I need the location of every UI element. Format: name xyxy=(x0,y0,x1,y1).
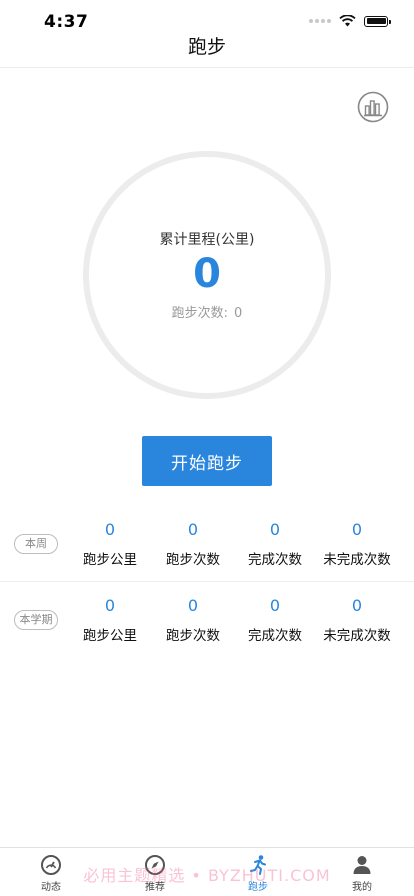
stat-label: 未完成次数 xyxy=(323,552,391,568)
speedometer-icon xyxy=(41,855,61,875)
weekly-stats-row: 本周 0 跑步公里 0 跑步次数 0 完成次数 0 未完成次数 xyxy=(0,506,414,582)
stat-value: 0 xyxy=(104,596,116,615)
run-count-value: 0 xyxy=(234,306,243,321)
page-title: 跑步 xyxy=(187,36,226,58)
tab-recommend[interactable]: 推荐 xyxy=(120,854,190,893)
stat-label: 跑步公里 xyxy=(83,552,137,568)
stat-value: 0 xyxy=(269,596,281,615)
bar-chart-icon xyxy=(357,91,389,123)
statistics-button[interactable] xyxy=(357,91,389,123)
tab-label: 跑步 xyxy=(248,882,268,893)
stat-value: 0 xyxy=(187,520,199,539)
stat-term-km: 0 跑步公里 xyxy=(65,596,155,644)
compass-icon xyxy=(145,855,165,875)
run-count-label: 跑步次数: xyxy=(171,306,229,321)
stat-value: 0 xyxy=(269,520,281,539)
header-divider xyxy=(0,67,414,68)
stat-label: 跑步公里 xyxy=(83,628,137,644)
tab-label: 推荐 xyxy=(145,882,165,893)
cellular-signal-icon xyxy=(309,19,331,23)
tab-running[interactable]: 跑步 xyxy=(223,854,293,893)
stat-value: 0 xyxy=(351,596,363,615)
tab-label: 我的 xyxy=(352,882,372,893)
stat-term-runs: 0 跑步次数 xyxy=(148,596,238,644)
stat-weekly-runs: 0 跑步次数 xyxy=(148,520,238,568)
tab-bar: 动态 推荐 跑步 我的 xyxy=(0,847,414,896)
stat-term-incomplete: 0 未完成次数 xyxy=(312,596,402,644)
stat-label: 完成次数 xyxy=(248,628,302,644)
stat-term-completed: 0 完成次数 xyxy=(230,596,320,644)
tab-label: 动态 xyxy=(41,882,61,893)
status-indicators xyxy=(309,15,391,27)
stat-label: 完成次数 xyxy=(248,552,302,568)
person-icon xyxy=(353,856,371,874)
stat-label: 跑步次数 xyxy=(166,552,220,568)
total-distance-value: 0 xyxy=(193,251,221,297)
term-stats-row: 本学期 0 跑步公里 0 跑步次数 0 完成次数 0 未完成次数 xyxy=(0,582,414,658)
weekly-badge: 本周 xyxy=(14,534,58,554)
stat-weekly-km: 0 跑步公里 xyxy=(65,520,155,568)
stat-value: 0 xyxy=(187,596,199,615)
runner-icon xyxy=(250,855,266,875)
stat-value: 0 xyxy=(351,520,363,539)
run-count: 跑步次数: 0 xyxy=(0,302,414,321)
stat-weekly-completed: 0 完成次数 xyxy=(230,520,320,568)
battery-icon xyxy=(364,15,391,27)
tab-feed[interactable]: 动态 xyxy=(16,854,86,893)
wifi-icon xyxy=(339,15,356,27)
term-badge: 本学期 xyxy=(14,610,58,630)
stat-label: 跑步次数 xyxy=(166,628,220,644)
start-run-button[interactable]: 开始跑步 xyxy=(142,436,272,486)
tab-me[interactable]: 我的 xyxy=(327,854,397,893)
status-time: 4:37 xyxy=(44,12,89,32)
stat-label: 未完成次数 xyxy=(323,628,391,644)
stat-value: 0 xyxy=(104,520,116,539)
stat-weekly-incomplete: 0 未完成次数 xyxy=(312,520,402,568)
total-distance-label: 累计里程(公里) xyxy=(159,232,255,248)
